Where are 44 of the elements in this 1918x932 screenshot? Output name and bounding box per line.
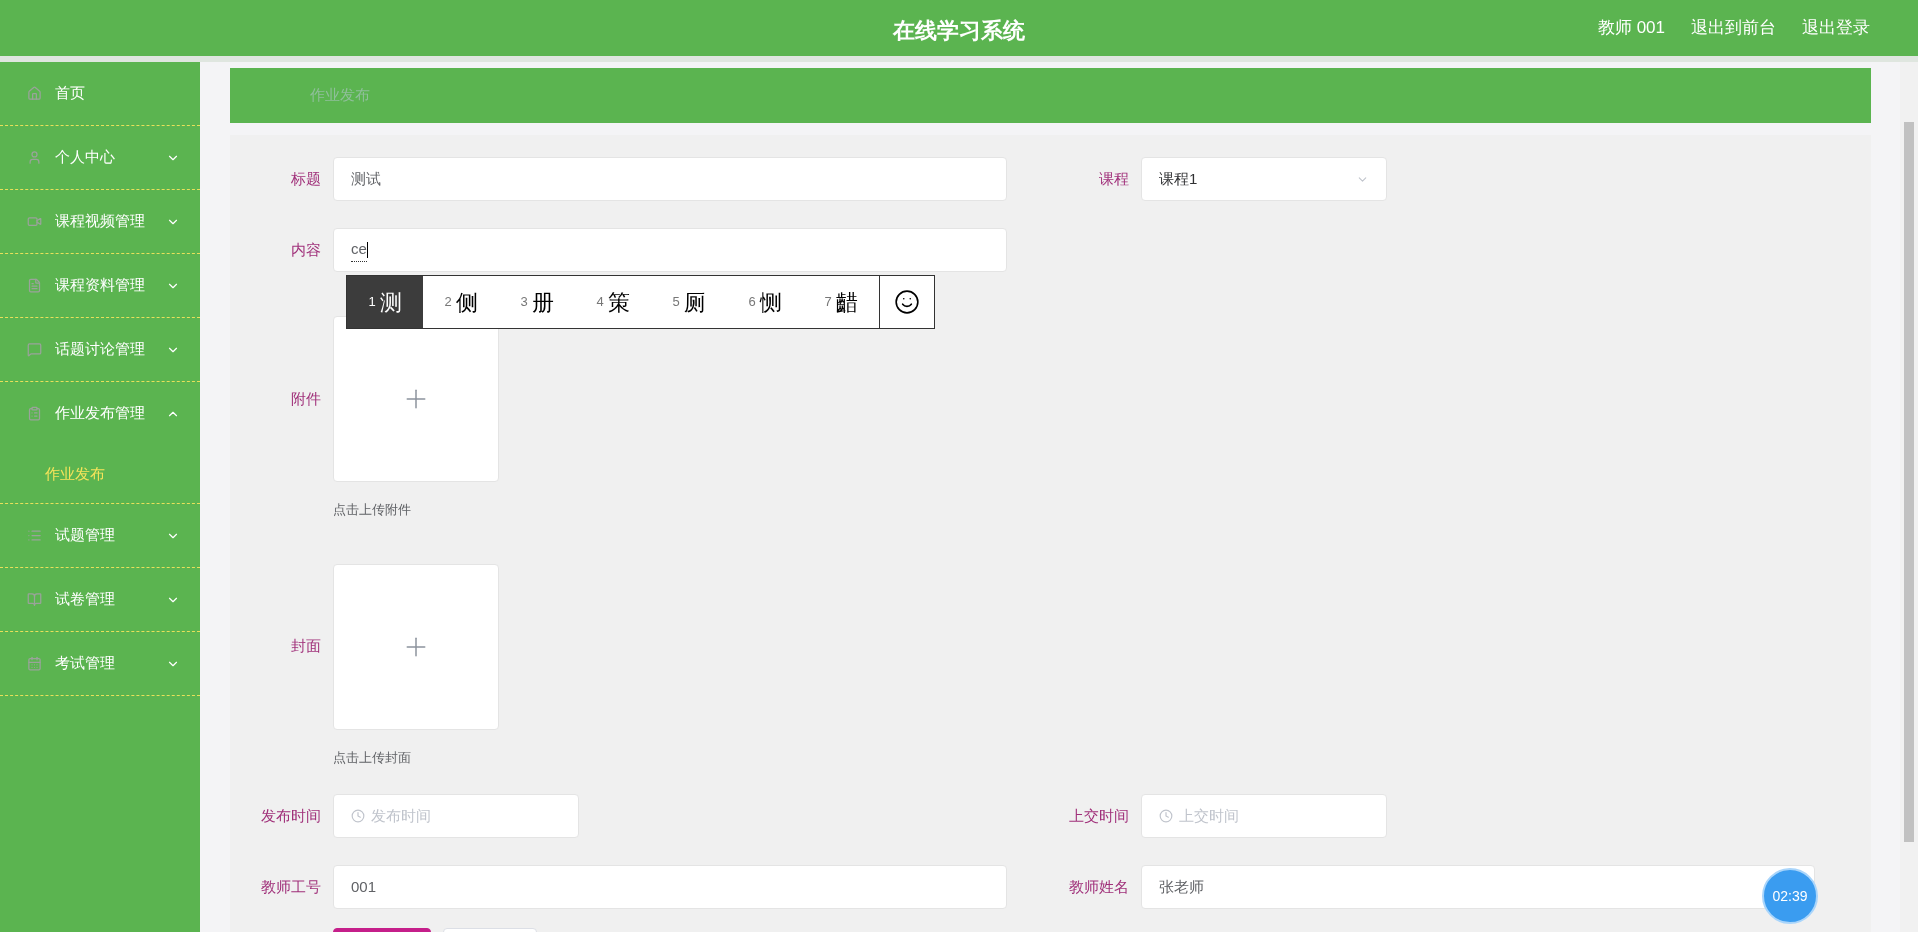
sidebar-item[interactable]: 个人中心 — [0, 126, 200, 189]
header-link[interactable]: 退出到前台 — [1691, 15, 1776, 41]
sidebar-item[interactable]: 课程视频管理 — [0, 190, 200, 253]
field-label: 课程 — [1098, 168, 1130, 189]
field-label: 发布时间 — [260, 805, 322, 826]
clock-icon — [1159, 809, 1173, 823]
text-field[interactable]: 001 — [333, 865, 1007, 909]
clock-icon — [351, 809, 365, 823]
sidebar-item[interactable]: 首页 — [0, 62, 200, 125]
menu-icon — [27, 214, 42, 229]
menu-icon — [27, 342, 42, 357]
submenu-item[interactable]: 作业发布 — [0, 445, 200, 503]
upload-hint: 点击上传附件 — [333, 501, 412, 519]
menu-icon — [27, 150, 42, 165]
smiley-icon[interactable] — [894, 289, 920, 315]
content-field[interactable]: ce — [333, 228, 1007, 272]
course-select[interactable]: 课程1 — [1141, 157, 1387, 201]
sidebar-item[interactable]: 试卷管理 — [0, 568, 200, 631]
menu-icon — [27, 592, 42, 607]
date-field[interactable]: 发布时间 — [333, 794, 579, 838]
date-field[interactable]: 上交时间 — [1141, 794, 1387, 838]
upload-box[interactable] — [333, 316, 499, 482]
sidebar-item[interactable]: 课程资料管理 — [0, 254, 200, 317]
menu-icon — [27, 278, 42, 293]
sidebar-item[interactable]: 试题管理 — [0, 504, 200, 567]
scrollbar[interactable] — [1900, 62, 1918, 932]
sidebar-item[interactable]: 考试管理 — [0, 632, 200, 695]
upload-hint: 点击上传封面 — [333, 748, 412, 767]
text-field[interactable]: 测试 — [333, 157, 1007, 201]
header-link[interactable]: 退出登录 — [1802, 15, 1870, 41]
menu-icon — [27, 86, 42, 101]
field-label: 内容 — [290, 239, 322, 260]
menu-icon — [27, 528, 42, 543]
sidebar-item[interactable]: 话题讨论管理 — [0, 318, 200, 381]
field-label: 标题 — [290, 168, 322, 189]
field-label: 教师姓名 — [1068, 876, 1130, 897]
field-label: 上交时间 — [1068, 805, 1130, 826]
menu-icon — [27, 656, 42, 671]
site-title: 在线学习系统 — [893, 17, 1025, 45]
field-label: 封面 — [290, 636, 322, 657]
field-label: 教师工号 — [260, 876, 322, 897]
sidebar-item[interactable]: 作业发布管理 — [0, 382, 200, 445]
menu-icon — [27, 406, 42, 421]
field-label: 附件 — [290, 388, 322, 409]
